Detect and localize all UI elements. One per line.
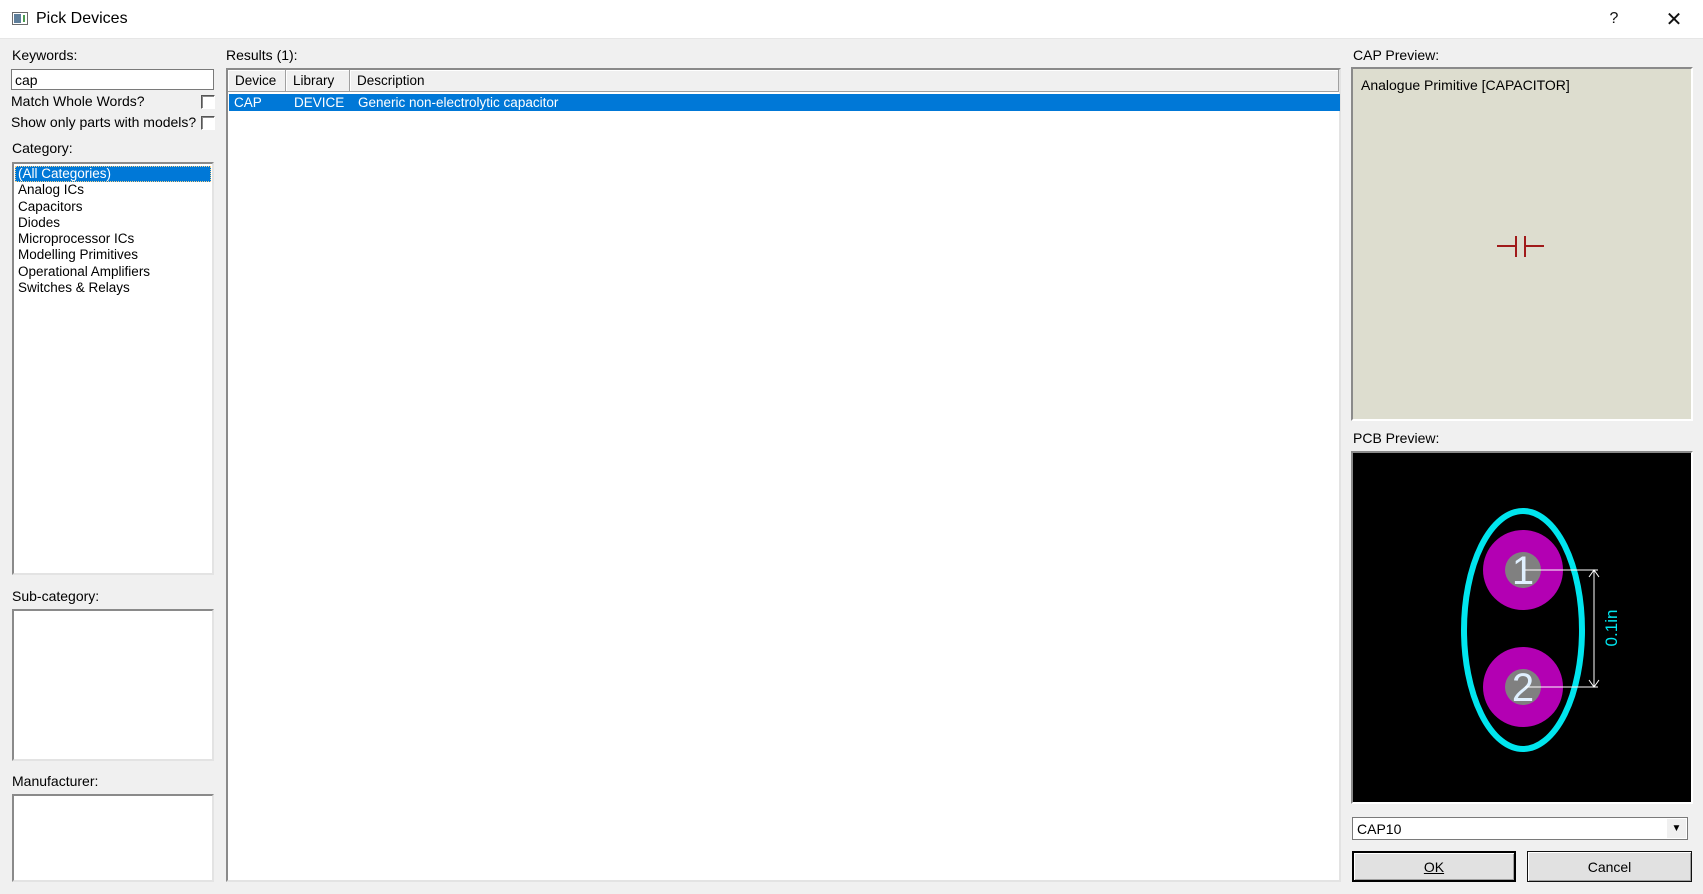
- category-list[interactable]: (All Categories) Analog ICs Capacitors D…: [12, 162, 214, 575]
- category-item-microprocessor-ics[interactable]: Microprocessor ICs: [15, 231, 211, 247]
- app-icon: [12, 12, 28, 25]
- column-header-description[interactable]: Description: [350, 70, 1339, 91]
- keywords-input[interactable]: [11, 69, 214, 90]
- cell-description: Generic non-electrolytic capacitor: [358, 95, 559, 110]
- ok-button-label: OK: [1423, 858, 1445, 875]
- results-table[interactable]: Device Library Description CAP DEVICE Ge…: [226, 68, 1341, 882]
- manufacturer-label: Manufacturer:: [12, 773, 99, 789]
- category-item-all[interactable]: (All Categories): [15, 166, 211, 183]
- window-title: Pick Devices: [36, 10, 128, 27]
- title-bar: Pick Devices ? ✕: [0, 0, 1703, 39]
- show-only-models-checkbox[interactable]: [201, 116, 215, 130]
- pad-2-label: 2: [1512, 666, 1534, 710]
- capacitor-symbol-icon: [1497, 236, 1544, 257]
- manufacturer-list[interactable]: [12, 794, 214, 882]
- pcb-preview: 1 2 0.1in: [1351, 451, 1693, 804]
- category-item-switches-relays[interactable]: Switches & Relays: [15, 280, 211, 296]
- table-row[interactable]: CAP DEVICE Generic non-electrolytic capa…: [229, 94, 1340, 111]
- category-item-diodes[interactable]: Diodes: [15, 215, 211, 231]
- show-only-models-label: Show only parts with models?: [11, 114, 197, 130]
- subcategory-label: Sub-category:: [12, 588, 100, 604]
- pcb-preview-label: PCB Preview:: [1353, 430, 1440, 446]
- column-header-library[interactable]: Library: [286, 70, 350, 91]
- close-icon: ✕: [1665, 8, 1683, 31]
- category-item-capacitors[interactable]: Capacitors: [15, 199, 211, 215]
- match-whole-words-checkbox[interactable]: [201, 95, 215, 109]
- results-header: Device Library Description: [228, 70, 1339, 92]
- cell-library: DEVICE: [294, 95, 345, 110]
- ok-button[interactable]: OK: [1352, 851, 1516, 882]
- cancel-button[interactable]: Cancel: [1527, 851, 1692, 882]
- schematic-preview: Analogue Primitive [CAPACITOR]: [1351, 67, 1693, 421]
- pad-1-label: 1: [1512, 549, 1534, 593]
- cap-preview-label: CAP Preview:: [1353, 47, 1440, 63]
- cell-device: CAP: [234, 95, 262, 110]
- cancel-button-label: Cancel: [1587, 858, 1632, 875]
- category-item-analog-ics[interactable]: Analog ICs: [15, 182, 211, 198]
- subcategory-list[interactable]: [12, 609, 214, 761]
- match-whole-words-label: Match Whole Words?: [11, 93, 145, 109]
- footprint-selected-value: CAP10: [1357, 821, 1402, 837]
- close-button[interactable]: ✕: [1646, 0, 1702, 38]
- pcb-footprint-icon: 1 2 0.1in: [1461, 508, 1621, 752]
- keywords-label: Keywords:: [12, 47, 78, 63]
- help-button[interactable]: ?: [1586, 0, 1642, 38]
- column-header-device[interactable]: Device: [228, 70, 286, 91]
- dropdown-button[interactable]: ▼: [1667, 819, 1686, 838]
- footprint-select[interactable]: CAP10 ▼: [1352, 817, 1688, 840]
- category-item-operational-amplifiers[interactable]: Operational Amplifiers: [15, 264, 211, 280]
- dimension-label: 0.1in: [1602, 610, 1621, 647]
- results-label: Results (1):: [226, 47, 298, 63]
- category-label: Category:: [12, 140, 73, 156]
- category-item-modelling-primitives[interactable]: Modelling Primitives: [15, 247, 211, 263]
- chevron-down-icon: ▼: [1671, 823, 1682, 834]
